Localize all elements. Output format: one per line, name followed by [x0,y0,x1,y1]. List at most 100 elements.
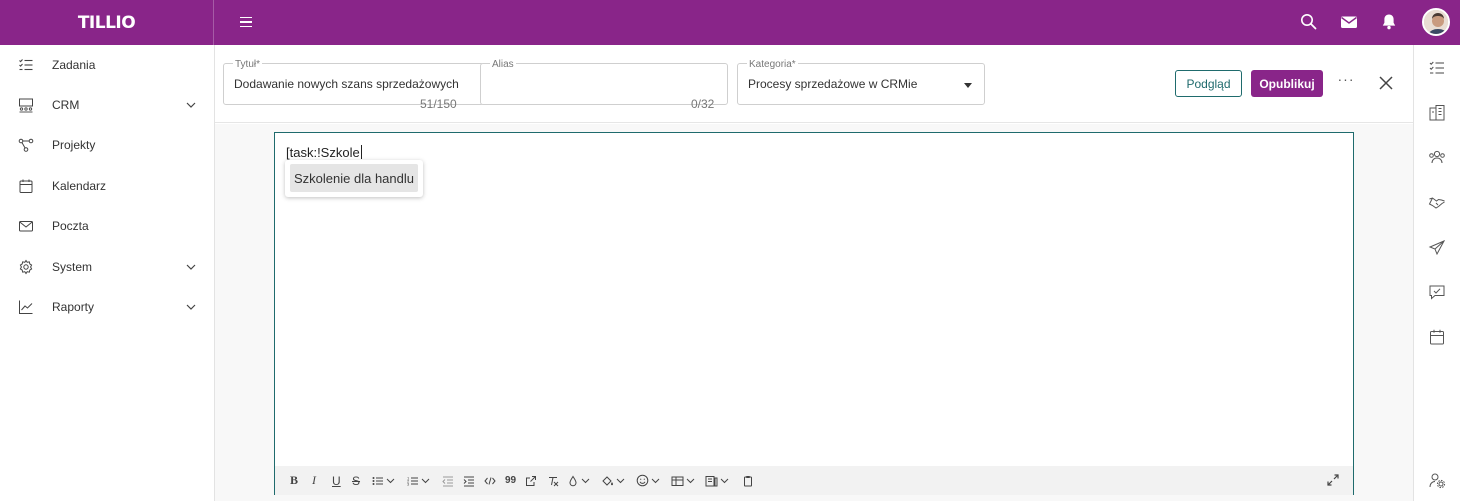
sidebar: Zadania CRM Projekty Kalendarz Poczta Sy… [0,45,215,501]
publish-button[interactable]: Opublikuj [1251,70,1323,97]
send-icon[interactable] [1428,239,1446,257]
dropdown-caret-icon[interactable] [964,83,972,88]
more-options-button[interactable]: ··· [1337,71,1355,91]
bullet-list-button[interactable] [372,473,395,488]
mail-icon [19,221,33,232]
title-field-value[interactable]: Dodawanie nowych szans sprzedażowych [234,77,459,91]
outdent-button[interactable] [442,473,454,488]
sidebar-item-crm[interactable]: CRM [0,85,214,125]
chevron-down-icon [581,478,590,484]
calendar-icon [19,179,33,193]
svg-text:3: 3 [407,481,410,486]
mail-icon[interactable] [1339,12,1359,32]
autocomplete-dropdown: Szkolenie dla handlu [285,160,423,197]
sidebar-item-kalendarz[interactable]: Kalendarz [0,166,214,206]
chat-check-icon[interactable] [1428,283,1446,301]
top-bar: TILLIO [0,0,1460,45]
sidebar-item-zadania[interactable]: Zadania [0,45,214,85]
bell-icon[interactable] [1379,12,1399,32]
droplet-icon [569,475,577,486]
logo-area[interactable]: TILLIO [0,0,214,45]
alias-char-counter: 0/32 [691,97,715,111]
sidebar-item-system[interactable]: System [0,247,214,287]
preview-button[interactable]: Podgląd [1175,70,1242,97]
link-button[interactable] [525,473,537,488]
clear-format-icon [549,476,559,486]
title-char-counter: 51/150 [420,97,457,111]
sidebar-item-label: CRM [52,98,80,112]
sidebar-item-raporty[interactable]: Raporty [0,287,214,327]
clipboard-icon [744,475,752,486]
smiley-icon [636,474,649,487]
chevron-down-icon [720,478,729,484]
chevron-down-icon [386,478,395,484]
text-cursor [360,145,362,159]
category-field-value: Procesy sprzedażowe w CRMie [748,77,918,91]
sidebar-item-projekty[interactable]: Projekty [0,125,214,165]
background-color-button[interactable] [601,473,625,488]
sidebar-item-label: Projekty [52,138,96,152]
code-icon [484,476,496,485]
projects-icon [18,138,34,152]
title-field-label: Tytuł* [233,59,263,70]
chevron-down-icon [421,478,430,484]
chart-icon [19,300,33,314]
title-field[interactable]: Tytuł* Dodawanie nowych szans sprzedażow… [223,59,484,111]
chevron-down-icon [651,478,660,484]
chevron-down-icon [616,478,625,484]
gear-icon [19,259,33,275]
text-color-button[interactable] [567,473,590,488]
settings-person-icon[interactable] [1428,471,1446,489]
sidebar-item-label: Raporty [52,300,95,314]
paste-button[interactable] [742,473,754,488]
category-select[interactable]: Kategoria* Procesy sprzedażowe w CRMie [737,59,985,105]
chevron-down-icon[interactable] [185,301,197,313]
app-logo: TILLIO [77,12,136,33]
fullscreen-icon[interactable] [1326,473,1340,487]
tasks-icon[interactable] [1428,59,1446,77]
bold-button[interactable]: B [290,473,298,488]
autocomplete-suggestion[interactable]: Szkolenie dla handlu [290,164,418,192]
sidebar-item-label: System [52,260,93,274]
bullet-list-icon [372,476,383,485]
chevron-down-icon[interactable] [185,261,197,273]
hamburger-icon[interactable] [240,12,258,32]
alias-field[interactable]: Alias 0/32 [480,59,728,111]
close-icon[interactable] [1377,74,1395,92]
handshake-icon[interactable] [1428,193,1446,211]
rich-text-editor[interactable]: [task:!Szkole Szkolenie dla handlu B I U… [274,132,1354,495]
sidebar-item-label: Kalendarz [52,179,107,193]
search-icon[interactable] [1299,12,1319,32]
sidebar-item-label: Poczta [52,219,89,233]
avatar[interactable] [1422,8,1450,36]
calendar-icon[interactable] [1428,328,1446,346]
right-rail [1413,45,1460,501]
numbered-list-button[interactable]: 1 2 3 [407,473,430,488]
template-button[interactable] [705,473,729,488]
contacts-icon[interactable] [1428,148,1446,166]
crm-icon [19,98,33,113]
table-button[interactable] [671,473,695,488]
blockquote-button[interactable]: 99 [505,473,516,488]
sidebar-item-label: Zadania [52,58,96,72]
numbered-list-icon: 1 2 3 [407,475,418,486]
italic-button[interactable]: I [312,473,316,488]
indent-button[interactable] [463,473,475,488]
alias-field-label: Alias [490,59,516,70]
underline-button[interactable]: U [332,473,341,488]
editor-content[interactable]: [task:!Szkole [286,145,362,160]
indent-icon [463,476,474,486]
template-icon [705,475,718,486]
chevron-down-icon [686,478,695,484]
clear-format-button[interactable] [547,473,559,488]
code-button[interactable] [484,473,496,488]
building-icon[interactable] [1428,104,1446,122]
emoji-button[interactable] [636,473,660,488]
outdent-icon [442,476,453,486]
editor-toolbar: B I U S 1 2 3 99 [275,466,1353,495]
chevron-down-icon[interactable] [185,99,197,111]
table-icon [671,476,684,486]
strikethrough-button[interactable]: S [352,473,360,488]
sidebar-item-poczta[interactable]: Poczta [0,206,214,246]
editor-typed-text: [task:!Szkole [286,145,360,160]
